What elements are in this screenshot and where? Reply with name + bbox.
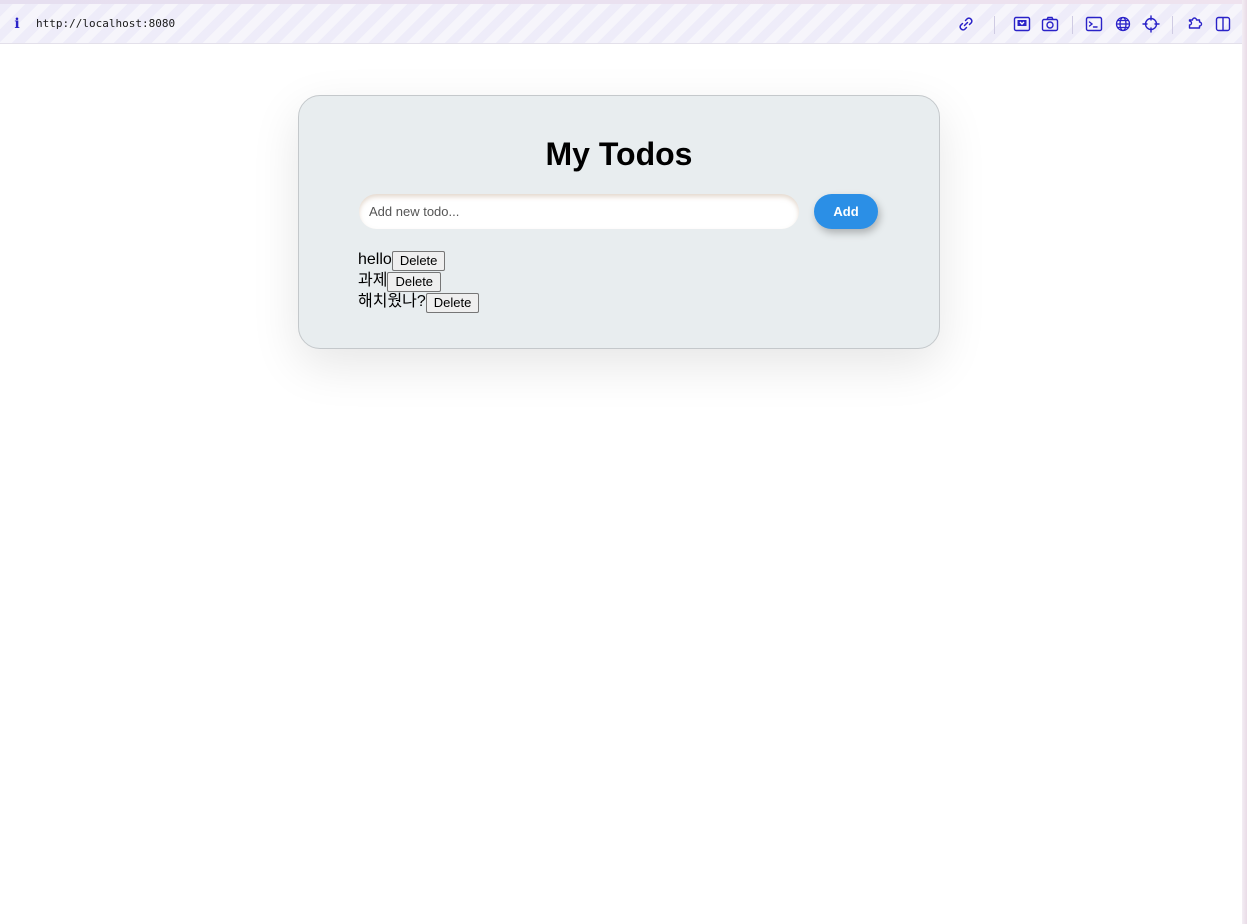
todo-list: hello Delete 과제 Delete 해치웠나? Delete bbox=[358, 249, 480, 313]
window-right-edge bbox=[1242, 0, 1247, 924]
delete-button[interactable]: Delete bbox=[391, 250, 446, 271]
browser-window: i http://localhost:8080 My Todos Add new… bbox=[0, 0, 1247, 924]
todo-text: 해치웠나? bbox=[358, 293, 426, 310]
crosshair-icon[interactable] bbox=[1141, 14, 1161, 34]
camera-icon[interactable] bbox=[1040, 14, 1060, 34]
browser-toolbar: i http://localhost:8080 bbox=[0, 4, 1242, 44]
add-button[interactable]: Add bbox=[814, 194, 878, 229]
globe-icon[interactable] bbox=[1113, 14, 1133, 34]
todo-text: 과제 bbox=[358, 272, 388, 289]
info-icon[interactable]: i bbox=[11, 16, 23, 32]
split-view-icon[interactable] bbox=[1213, 14, 1233, 34]
toolbar-separator bbox=[1172, 16, 1173, 34]
save-page-icon[interactable] bbox=[1012, 14, 1032, 34]
extension-icon[interactable] bbox=[1185, 14, 1205, 34]
address-bar-url[interactable]: http://localhost:8080 bbox=[36, 17, 175, 31]
todo-item: 해치웠나? Delete bbox=[358, 291, 480, 313]
toolbar-separator bbox=[994, 16, 995, 34]
todo-card: My Todos Add hello Delete 과제 Delete 해치웠나… bbox=[298, 95, 940, 349]
terminal-icon[interactable] bbox=[1084, 14, 1104, 34]
toolbar-separator bbox=[1072, 16, 1073, 34]
page-title: My Todos bbox=[545, 136, 693, 172]
todo-text: hello bbox=[358, 251, 392, 268]
delete-button[interactable]: Delete bbox=[387, 271, 442, 292]
new-todo-input[interactable] bbox=[359, 194, 799, 229]
todo-item: 과제 Delete bbox=[358, 270, 479, 292]
delete-button[interactable]: Delete bbox=[425, 292, 480, 313]
link-icon[interactable] bbox=[956, 14, 976, 34]
todo-item: hello Delete bbox=[358, 249, 479, 271]
